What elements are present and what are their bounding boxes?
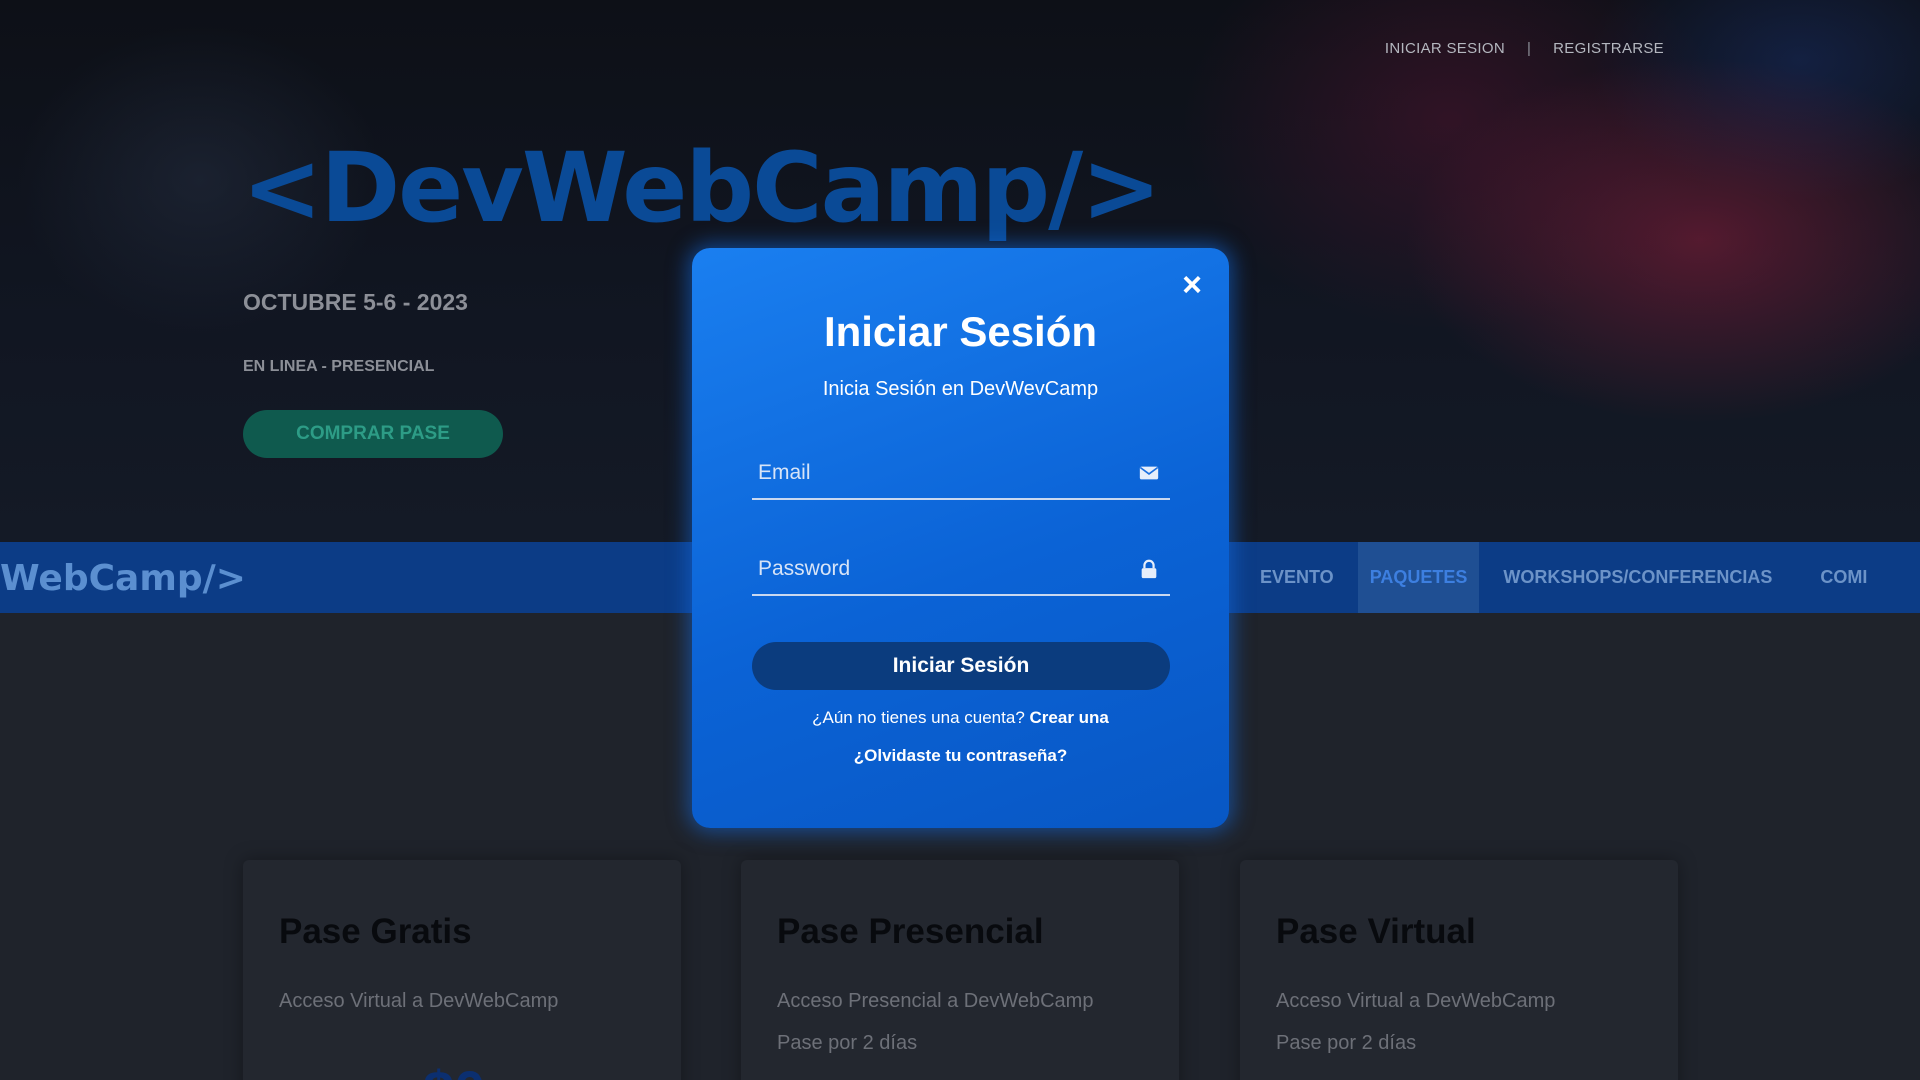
signup-link[interactable]: Crear una [1030, 708, 1109, 727]
lock-icon [1141, 559, 1157, 579]
nav-link-evento[interactable]: EVENTO [1236, 542, 1358, 613]
card-title: Pase Presencial [777, 912, 1044, 951]
nav-link-paquetes[interactable]: PAQUETES [1357, 542, 1480, 613]
signup-prompt: ¿Aún no tienes una cuenta? Crear una [692, 708, 1229, 728]
card-feature: Pase por 2 días [777, 1032, 918, 1054]
email-field[interactable] [752, 448, 1170, 498]
nav-link-comida[interactable]: COMI [1796, 542, 1891, 613]
pass-card-presencial: Pase Presencial Acceso Presencial a DevW… [741, 860, 1179, 1080]
modal-subtitle: Inicia Sesión en DevWevCamp [822, 378, 1099, 400]
card-feature: Acceso Virtual a DevWebCamp [1276, 990, 1556, 1012]
login-submit-button[interactable]: Iniciar Sesión [752, 642, 1170, 690]
login-modal: × Iniciar Sesión Inicia Sesión en DevWev… [692, 248, 1229, 828]
card-feature: Pase por 2 días [1276, 1032, 1417, 1054]
top-links: INICIAR SESION | REGISTRARSE [1385, 40, 1664, 57]
event-mode: EN LINEA - PRESENCIAL [243, 358, 435, 375]
card-feature: Acceso Presencial a DevWebCamp [777, 990, 1094, 1012]
forgot-password-link[interactable]: ¿Olvidaste tu contraseña? [692, 746, 1229, 766]
pass-card-free: Pase Gratis Acceso Virtual a DevWebCamp … [243, 860, 681, 1080]
password-field[interactable] [752, 544, 1170, 594]
nav-links: EVENTO PAQUETES WORKSHOPS/CONFERENCIAS C… [1236, 542, 1891, 613]
card-title: Pase Virtual [1276, 912, 1476, 951]
nav-logo[interactable]: WebCamp/> [0, 558, 246, 599]
close-icon[interactable]: × [1177, 268, 1207, 302]
register-link[interactable]: REGISTRARSE [1553, 40, 1664, 57]
login-link[interactable]: INICIAR SESION [1385, 40, 1505, 57]
card-price: $0 [423, 1058, 485, 1080]
buy-pass-button[interactable]: COMPRAR PASE [243, 410, 503, 458]
pass-card-virtual: Pase Virtual Acceso Virtual a DevWebCamp… [1240, 860, 1678, 1080]
nav-link-workshops[interactable]: WORKSHOPS/CONFERENCIAS [1479, 542, 1796, 613]
top-links-separator: | [1526, 40, 1532, 57]
card-feature: Acceso Virtual a DevWebCamp [279, 990, 559, 1012]
email-field-wrapper [752, 448, 1170, 500]
signup-prompt-text: ¿Aún no tienes una cuenta? [812, 708, 1025, 727]
envelope-icon [1139, 466, 1159, 480]
modal-title: Iniciar Sesión [823, 308, 1098, 355]
card-title: Pase Gratis [279, 912, 472, 951]
password-field-wrapper [752, 544, 1170, 596]
hero-logo: <DevWebCamp/> [242, 132, 1162, 244]
event-date: OCTUBRE 5-6 - 2023 [243, 289, 468, 315]
